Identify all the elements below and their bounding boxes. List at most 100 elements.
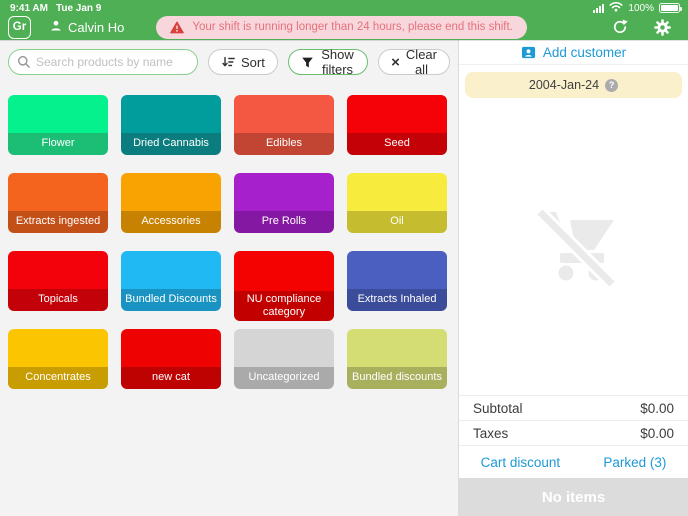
- subtotal-row: Subtotal $0.00: [459, 396, 688, 421]
- category-color-swatch: [347, 251, 447, 289]
- status-bar: 9:41 AM Tue Jan 9 100%: [0, 0, 688, 14]
- refresh-icon: [611, 18, 629, 36]
- close-icon: ×: [391, 55, 400, 70]
- category-color-swatch: [234, 173, 334, 211]
- category-label: Extracts ingested: [8, 211, 108, 233]
- category-label: Pre Rolls: [234, 211, 334, 233]
- cellular-signal-icon: [593, 4, 604, 13]
- product-browser: Sort Show filters × Clear all Flower Drie…: [0, 40, 458, 516]
- sort-button-label: Sort: [241, 55, 265, 70]
- wifi-icon: [609, 1, 623, 15]
- category-color-swatch: [8, 95, 108, 133]
- user-name: Calvin Ho: [68, 20, 124, 35]
- battery-percent: 100%: [628, 3, 654, 14]
- category-color-swatch: [121, 173, 221, 211]
- add-customer-button[interactable]: Add customer: [459, 40, 688, 65]
- category-tile-extracts-ingested[interactable]: Extracts ingested: [8, 173, 108, 233]
- category-label: Edibles: [234, 133, 334, 155]
- show-filters-label: Show filters: [320, 47, 355, 77]
- birthdate-value: 2004-Jan-24: [529, 78, 599, 92]
- category-color-swatch: [234, 251, 334, 291]
- category-tile-pre-rolls[interactable]: Pre Rolls: [234, 173, 334, 233]
- clear-all-button[interactable]: × Clear all: [378, 49, 450, 75]
- battery-icon: [659, 3, 680, 13]
- category-color-swatch: [121, 95, 221, 133]
- app-header: 9:41 AM Tue Jan 9 100%: [0, 0, 688, 40]
- search-icon: [17, 55, 31, 69]
- user-icon: [49, 19, 63, 36]
- cart-discount-link[interactable]: Cart discount: [481, 455, 561, 470]
- category-tile-edibles[interactable]: Edibles: [234, 95, 334, 155]
- subtotal-value: $0.00: [640, 401, 674, 416]
- category-tile-bundled-discounts[interactable]: Bundled Discounts: [121, 251, 221, 311]
- pos-app: 9:41 AM Tue Jan 9 100%: [0, 0, 688, 516]
- category-label: Uncategorized: [234, 367, 334, 389]
- category-tile-dried-cannabis[interactable]: Dried Cannabis: [121, 95, 221, 155]
- category-label: Accessories: [121, 211, 221, 233]
- category-label: Bundled Discounts: [121, 289, 221, 311]
- category-color-swatch: [234, 329, 334, 367]
- empty-cart-area: [459, 105, 688, 395]
- category-tile-extracts-inhaled[interactable]: Extracts Inhaled: [347, 251, 447, 311]
- category-label: Seed: [347, 133, 447, 155]
- category-grid: Flower Dried Cannabis Edibles Seed Extracts …: [0, 75, 458, 389]
- category-color-swatch: [347, 173, 447, 211]
- current-user-button[interactable]: Calvin Ho: [49, 19, 124, 36]
- category-color-swatch: [8, 173, 108, 211]
- category-tile-seed[interactable]: Seed: [347, 95, 447, 155]
- search-input[interactable]: [8, 49, 198, 75]
- category-label: new cat: [121, 367, 221, 389]
- category-label: NU compliance category: [234, 291, 334, 321]
- category-tile-accessories[interactable]: Accessories: [121, 173, 221, 233]
- subtotal-label: Subtotal: [473, 401, 523, 416]
- category-tile-flower[interactable]: Flower: [8, 95, 108, 155]
- category-tile-bundled-discounts[interactable]: Bundled discounts: [347, 329, 447, 389]
- taxes-label: Taxes: [473, 426, 508, 441]
- help-icon[interactable]: ?: [605, 79, 618, 92]
- refresh-button[interactable]: [609, 16, 631, 38]
- category-label: Flower: [8, 133, 108, 155]
- category-color-swatch: [234, 95, 334, 133]
- greenline-logo: Gr: [8, 16, 31, 39]
- category-label: Topicals: [8, 289, 108, 311]
- sort-icon: [221, 55, 235, 69]
- cart-panel: Add customer 2004-Jan-24 ?: [458, 40, 688, 516]
- clear-all-label: Clear all: [406, 47, 437, 77]
- category-color-swatch: [347, 95, 447, 133]
- category-label: Concentrates: [8, 367, 108, 389]
- cart-summary: Subtotal $0.00 Taxes $0.00 Cart discount…: [459, 395, 688, 478]
- category-color-swatch: [121, 251, 221, 289]
- category-color-swatch: [347, 329, 447, 367]
- category-tile-new-cat[interactable]: new cat: [121, 329, 221, 389]
- category-tile-nu-compliance-category[interactable]: NU compliance category: [234, 251, 334, 321]
- category-color-swatch: [8, 251, 108, 289]
- contact-card-icon: [521, 45, 536, 60]
- status-time: 9:41 AM: [10, 3, 48, 14]
- filter-funnel-icon: [301, 56, 314, 69]
- customer-birthdate-chip[interactable]: 2004-Jan-24 ?: [465, 72, 682, 98]
- gear-icon: [653, 18, 672, 37]
- product-toolbar: Sort Show filters × Clear all: [0, 40, 458, 75]
- taxes-value: $0.00: [640, 426, 674, 441]
- shift-warning-text: Your shift is running longer than 24 hou…: [192, 21, 513, 33]
- warning-triangle-icon: [170, 21, 184, 34]
- add-customer-label: Add customer: [543, 45, 626, 60]
- checkout-button[interactable]: No items: [459, 478, 688, 516]
- category-tile-concentrates[interactable]: Concentrates: [8, 329, 108, 389]
- shift-warning-banner: Your shift is running longer than 24 hou…: [156, 16, 527, 39]
- taxes-row: Taxes $0.00: [459, 421, 688, 446]
- settings-button[interactable]: [651, 16, 674, 39]
- category-tile-topicals[interactable]: Topicals: [8, 251, 108, 311]
- category-tile-oil[interactable]: Oil: [347, 173, 447, 233]
- category-tile-uncategorized[interactable]: Uncategorized: [234, 329, 334, 389]
- category-color-swatch: [121, 329, 221, 367]
- status-date: Tue Jan 9: [56, 3, 101, 14]
- category-label: Extracts Inhaled: [347, 289, 447, 311]
- category-label: Dried Cannabis: [121, 133, 221, 155]
- category-label: Bundled discounts: [347, 367, 447, 389]
- show-filters-button[interactable]: Show filters: [288, 49, 368, 75]
- empty-cart-icon: [526, 200, 622, 301]
- sort-button[interactable]: Sort: [208, 49, 278, 75]
- category-label: Oil: [347, 211, 447, 233]
- parked-sales-link[interactable]: Parked (3): [603, 455, 666, 470]
